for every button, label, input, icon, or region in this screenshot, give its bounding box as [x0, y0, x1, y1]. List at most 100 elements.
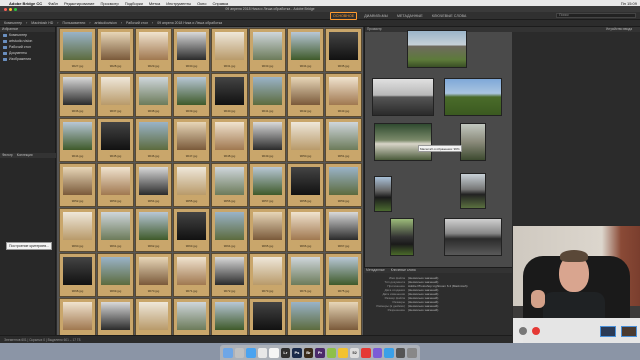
- mute-icon[interactable]: [519, 327, 527, 335]
- preview-image[interactable]: [460, 123, 486, 161]
- workspace-tab-essentials[interactable]: Основное: [330, 11, 358, 20]
- thumbnail-cell[interactable]: 9644.jpg: [59, 118, 96, 162]
- thumbnail-cell[interactable]: 9647.jpg: [173, 118, 210, 162]
- thumbnail-cell[interactable]: 9674.jpg: [287, 253, 324, 297]
- thumbnail-cell[interactable]: 9640.jpg: [211, 73, 248, 117]
- finder-icon[interactable]: [222, 347, 233, 358]
- lightroom-icon[interactable]: Lr: [280, 347, 291, 358]
- thumbnail-cell[interactable]: 9627.jpg: [59, 28, 96, 72]
- thumbnail-cell[interactable]: 9648.jpg: [211, 118, 248, 162]
- menu-edit[interactable]: Редактирование: [64, 1, 94, 6]
- calendar-icon[interactable]: [257, 347, 268, 358]
- end-call-icon[interactable]: [532, 327, 540, 335]
- thumbnail-cell[interactable]: 9645.jpg: [97, 118, 134, 162]
- thumbnail-cell[interactable]: 9635.jpg: [325, 28, 362, 72]
- thumbnail-cell[interactable]: 9630.jpg: [173, 28, 210, 72]
- menu-help[interactable]: Справка: [212, 1, 228, 6]
- menu-label[interactable]: Метка: [149, 1, 160, 6]
- thumbnail-cell[interactable]: 9665.jpg: [249, 208, 286, 252]
- preview-image[interactable]: [372, 78, 434, 116]
- filter-tab[interactable]: Фильтр: [2, 153, 13, 158]
- thumbnail-cell[interactable]: 9663.jpg: [173, 208, 210, 252]
- thumbnail-cell[interactable]: 9631.jpg: [211, 28, 248, 72]
- thumbnail-cell[interactable]: 9637.jpg: [97, 73, 134, 117]
- thumbnail-cell[interactable]: 9675.jpg: [325, 253, 362, 297]
- zoom-window-button[interactable]: [14, 7, 17, 11]
- thumbnail-cell[interactable]: 9642.jpg: [287, 73, 324, 117]
- favorite-item-pictures[interactable]: Изображения: [0, 56, 55, 62]
- bridge-icon[interactable]: Br: [303, 347, 314, 358]
- thumbnail-cell[interactable]: 9673.jpg: [249, 253, 286, 297]
- thumbnail-cell[interactable]: 9634.jpg: [287, 28, 324, 72]
- thumbnail-cell[interactable]: 9661.jpg: [97, 208, 134, 252]
- thumbnail-cell[interactable]: 9660.jpg: [59, 208, 96, 252]
- messages-icon[interactable]: [326, 347, 337, 358]
- thumbnail-cell[interactable]: 9658.jpg: [287, 163, 324, 207]
- collections-tab[interactable]: Коллекции: [17, 153, 33, 158]
- thumbnail-cell[interactable]: 9671.jpg: [173, 253, 210, 297]
- thumbnail-cell[interactable]: 9668.jpg: [59, 253, 96, 297]
- launchpad-icon[interactable]: [234, 347, 245, 358]
- thumbnail-cell[interactable]: 9683.jpg: [325, 298, 362, 335]
- thumbnail-cell[interactable]: 9641.jpg: [249, 73, 286, 117]
- preview-image[interactable]: [444, 78, 502, 116]
- premiere-icon[interactable]: Pr: [315, 347, 325, 358]
- close-window-button[interactable]: [4, 7, 7, 11]
- participant-thumbnail[interactable]: [600, 325, 616, 337]
- youtube-icon[interactable]: [361, 347, 371, 358]
- tab-metadata[interactable]: Метаданные: [366, 268, 385, 273]
- crumb-disk[interactable]: Macintosh HD: [31, 21, 53, 25]
- trash-icon[interactable]: [407, 347, 418, 358]
- thumbnail-cell[interactable]: 9656.jpg: [211, 163, 248, 207]
- thumbnail-cell[interactable]: 9649.jpg: [249, 118, 286, 162]
- thumbnail-cell[interactable]: 9664.jpg: [211, 208, 248, 252]
- thumbnail-cell[interactable]: 9655.jpg: [173, 163, 210, 207]
- thumbnail-cell[interactable]: 9666.jpg: [287, 208, 324, 252]
- thumbnail-cell[interactable]: 9676.jpg: [59, 298, 96, 335]
- menu-tools[interactable]: Инструменты: [166, 1, 191, 6]
- thumbnail-cell[interactable]: 9677.jpg: [97, 298, 134, 335]
- thumbnail-cell[interactable]: 9682.jpg: [287, 298, 324, 335]
- participant-thumbnail[interactable]: [621, 325, 637, 337]
- thumbnail-cell[interactable]: 9670.jpg: [135, 253, 172, 297]
- crumb-folder[interactable]: 09 апреля 2018 Ника и Леша обработка: [157, 21, 222, 25]
- safari-icon[interactable]: [246, 347, 256, 358]
- crumb-user[interactable]: artstudiovision: [94, 21, 116, 25]
- thumbnail-cell[interactable]: 9681.jpg: [249, 298, 286, 335]
- crumb-desktop[interactable]: Рабочий стол: [126, 21, 148, 25]
- menu-file[interactable]: Файл: [48, 1, 58, 6]
- preview-image[interactable]: [374, 123, 432, 161]
- thumbnail-cell[interactable]: 9650.jpg: [287, 118, 324, 162]
- photoshop-icon[interactable]: Ps: [292, 347, 302, 358]
- thumbnail-cell[interactable]: 9652.jpg: [59, 163, 96, 207]
- thumbnail-cell[interactable]: 9628.jpg: [97, 28, 134, 72]
- thumbnail-cell[interactable]: 9678.jpg: [135, 298, 172, 335]
- app-badge-icon[interactable]: 52: [349, 347, 360, 358]
- menu-window[interactable]: Окно: [197, 1, 206, 6]
- minimize-window-button[interactable]: [9, 7, 12, 11]
- thumbnail-cell[interactable]: 9680.jpg: [211, 298, 248, 335]
- thumbnail-cell[interactable]: 9651.jpg: [325, 118, 362, 162]
- preview-image[interactable]: [374, 176, 392, 212]
- workspace-tab-keywords[interactable]: Ключевые слова: [430, 13, 469, 19]
- photos-icon[interactable]: [269, 347, 279, 358]
- tab-keywords[interactable]: Ключевые слова: [391, 268, 416, 273]
- thumbnail-cell[interactable]: 9667.jpg: [325, 208, 362, 252]
- thumbnail-cell[interactable]: 9659.jpg: [325, 163, 362, 207]
- telegram-icon[interactable]: [384, 347, 394, 358]
- viber-icon[interactable]: [372, 347, 383, 358]
- menu-stacks[interactable]: Подборки: [125, 1, 143, 6]
- thumbnail-cell[interactable]: 9653.jpg: [97, 163, 134, 207]
- workspace-tab-metadata[interactable]: Метаданные: [395, 13, 425, 19]
- preview-image[interactable]: [390, 218, 414, 256]
- thumbnail-cell[interactable]: 9679.jpg: [173, 298, 210, 335]
- folder-icon[interactable]: [395, 347, 406, 358]
- notes-icon[interactable]: [338, 347, 348, 358]
- thumbnail-cell[interactable]: 9669.jpg: [97, 253, 134, 297]
- thumbnail-cell[interactable]: 9662.jpg: [135, 208, 172, 252]
- thumbnail-cell[interactable]: 9633.jpg: [249, 28, 286, 72]
- thumbnail-cell[interactable]: 9629.jpg: [135, 28, 172, 72]
- thumbnail-cell[interactable]: 9639.jpg: [173, 73, 210, 117]
- crumb-users[interactable]: Пользователи: [62, 21, 85, 25]
- crumb-computer[interactable]: Компьютер: [4, 21, 22, 25]
